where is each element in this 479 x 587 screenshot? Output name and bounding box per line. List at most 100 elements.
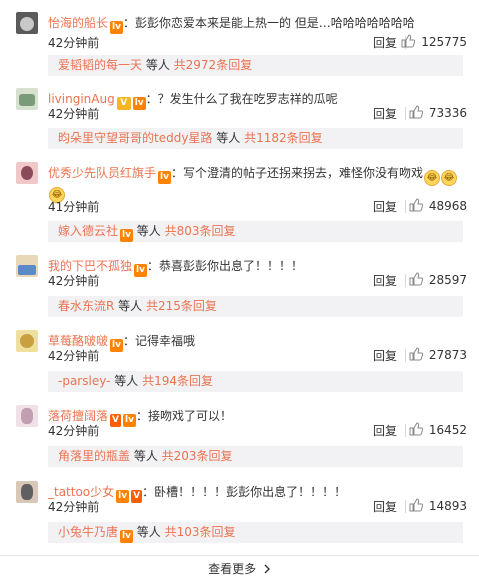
level-badge-icon: lv	[120, 229, 133, 242]
comment-time: 42分钟前	[48, 500, 100, 514]
like-count: 28597	[428, 273, 467, 287]
reply-username[interactable]: 角落里的瓶盖	[58, 449, 130, 463]
comment-username[interactable]: _tattoo少女	[48, 485, 114, 499]
comment-username[interactable]: 草莓酪啵啵	[48, 334, 108, 348]
level-badge-icon: lv	[132, 97, 146, 110]
like-count: 73336	[428, 106, 467, 120]
reply-username[interactable]: 春水东流R	[58, 299, 114, 313]
thumbs-up-icon	[409, 198, 423, 212]
reply-button[interactable]: 回复	[373, 272, 397, 289]
level-badge-icon: lv	[122, 414, 136, 427]
reply-summary[interactable]: 嫁入德云社 lv 等人 共803条回复	[48, 221, 463, 242]
comment-text: ：卧槽！！！！彭彭你出息了！！！！	[142, 485, 347, 499]
reply-username[interactable]: 爱韬韬的每一天	[58, 58, 142, 72]
comment-username[interactable]: 我的下巴不孤独	[48, 259, 132, 273]
load-more-label: 查看更多	[208, 562, 257, 576]
divider	[405, 274, 406, 287]
reply-total-link[interactable]: 共1182条回复	[244, 131, 323, 145]
reply-mid: 等人	[110, 374, 143, 388]
comment-item: _tattoo少女lv V ：卧槽！！！！彭彭你出息了！！！！ 42分钟前 回复 1…	[0, 481, 479, 551]
divider	[0, 555, 479, 556]
divider	[405, 500, 406, 513]
reply-button[interactable]: 回复	[373, 347, 397, 364]
comment-username[interactable]: 优秀少先队员红旗手	[48, 166, 156, 180]
reply-summary[interactable]: 小兔牛乃唐 lv 等人 共103条回复	[48, 522, 463, 543]
avatar[interactable]	[16, 330, 38, 352]
avatar[interactable]	[16, 162, 38, 184]
comment-time: 42分钟前	[48, 424, 100, 438]
reply-total-link[interactable]: 共803条回复	[165, 224, 236, 238]
reply-total-link[interactable]: 共194条回复	[142, 374, 213, 388]
reply-mid: 等人	[132, 525, 165, 539]
comment-username[interactable]: livinginAug	[48, 92, 115, 106]
reply-summary[interactable]: -parsley- 等人 共194条回复	[48, 371, 463, 392]
level-badge-icon: lv	[134, 264, 147, 277]
comment-text: ：写个澄清的帖子还拐来拐去，难怪你没有吻戏	[170, 166, 423, 180]
reply-username[interactable]: 昀朵里守望哥哥的teddy星路	[58, 131, 212, 145]
comment-item: 我的下巴不孤独 lv ：恭喜彭彭你出息了！！！！ 42分钟前 回复 28597 春水…	[0, 255, 479, 325]
level-badge-icon: lv	[110, 21, 123, 34]
reply-mid: 等人	[114, 299, 146, 313]
thumbs-up-icon	[409, 347, 423, 361]
verified-badge-icon: V	[116, 97, 131, 110]
thumbs-up-icon	[409, 105, 423, 119]
comment-time: 41分钟前	[48, 200, 100, 214]
level-badge-icon: lv	[120, 530, 133, 543]
reply-button[interactable]: 回复	[373, 422, 397, 439]
like-count: 125775	[421, 35, 467, 49]
thumbs-up-icon	[409, 422, 423, 436]
avatar[interactable]	[16, 12, 38, 34]
avatar[interactable]	[16, 255, 38, 277]
thumbs-up-icon	[409, 498, 423, 512]
reply-total-link[interactable]: 共2972条回复	[174, 58, 253, 72]
reply-total-link[interactable]: 共203条回复	[162, 449, 233, 463]
reply-mid: 等人	[132, 224, 165, 238]
divider	[405, 349, 406, 362]
avatar[interactable]	[16, 481, 38, 503]
reply-total-link[interactable]: 共215条回复	[146, 299, 217, 313]
reply-total-link[interactable]: 共103条回复	[165, 525, 236, 539]
avatar[interactable]	[16, 88, 38, 110]
divider	[405, 200, 406, 213]
reply-username[interactable]: 小兔牛乃唐	[58, 525, 118, 539]
comment-text: ：？发生什么了我在吃罗志祥的瓜呢	[145, 92, 338, 106]
like-count: 16452	[428, 423, 467, 437]
reply-summary[interactable]: 春水东流R 等人 共215条回复	[48, 296, 463, 317]
like-button[interactable]: 48968	[409, 198, 467, 213]
like-count: 27873	[428, 348, 467, 362]
reply-username[interactable]: -parsley-	[58, 374, 110, 388]
like-button[interactable]: 16452	[409, 422, 467, 437]
reply-summary[interactable]: 角落里的瓶盖 等人 共203条回复	[48, 446, 463, 467]
load-more-button[interactable]: 查看更多	[0, 558, 479, 580]
like-button[interactable]: 125775	[401, 34, 467, 49]
comment-line: 怡海的船长 lv ：彭彭你恋爱本来是能上热一的 但是…哈哈哈哈哈哈哈	[48, 15, 469, 34]
comment-time: 42分钟前	[48, 107, 100, 121]
reply-button[interactable]: 回复	[373, 198, 397, 215]
comment-item: 优秀少先队员红旗手 lv ：写个澄清的帖子还拐来拐去，难怪你没有吻戏 😂 😂 😂 41分…	[0, 162, 479, 247]
comment-time: 42分钟前	[48, 36, 100, 50]
avatar[interactable]	[16, 405, 38, 427]
like-button[interactable]: 14893	[409, 498, 467, 513]
comment-username[interactable]: 怡海的船长	[48, 16, 108, 30]
like-button[interactable]: 28597	[409, 272, 467, 287]
reply-button[interactable]: 回复	[373, 498, 397, 515]
reply-button[interactable]: 回复	[373, 105, 397, 122]
comment-username[interactable]: 落荷擅阔落	[48, 409, 108, 423]
like-count: 14893	[428, 499, 467, 513]
like-button[interactable]: 73336	[409, 105, 467, 120]
comment-time: 42分钟前	[48, 349, 100, 363]
like-count: 48968	[428, 199, 467, 213]
comment-time: 42分钟前	[48, 274, 100, 288]
vip-badge-icon: V	[131, 490, 143, 503]
comment-text: ：恭喜彭彭你出息了！！！！	[146, 259, 303, 273]
reply-mid: 等人	[142, 58, 174, 72]
reply-mid: 等人	[130, 449, 162, 463]
reply-summary[interactable]: 爱韬韬的每一天 等人 共2972条回复	[48, 55, 463, 76]
reply-button[interactable]: 回复	[373, 34, 397, 51]
reply-summary[interactable]: 昀朵里守望哥哥的teddy星路 等人 共1182条回复	[48, 128, 463, 149]
reply-username[interactable]: 嫁入德云社	[58, 224, 118, 238]
like-button[interactable]: 27873	[409, 347, 467, 362]
comment-item: livinginAug Vlv ：？发生什么了我在吃罗志祥的瓜呢 42分钟前 回复 …	[0, 88, 479, 158]
comment-text: ：彭彭你恋爱本来是能上热一的 但是…哈哈哈哈哈哈哈	[122, 16, 415, 30]
comment-item: 草莓酪啵啵 lv ：记得幸福哦 42分钟前 回复 27873 -parsley- 等…	[0, 330, 479, 400]
